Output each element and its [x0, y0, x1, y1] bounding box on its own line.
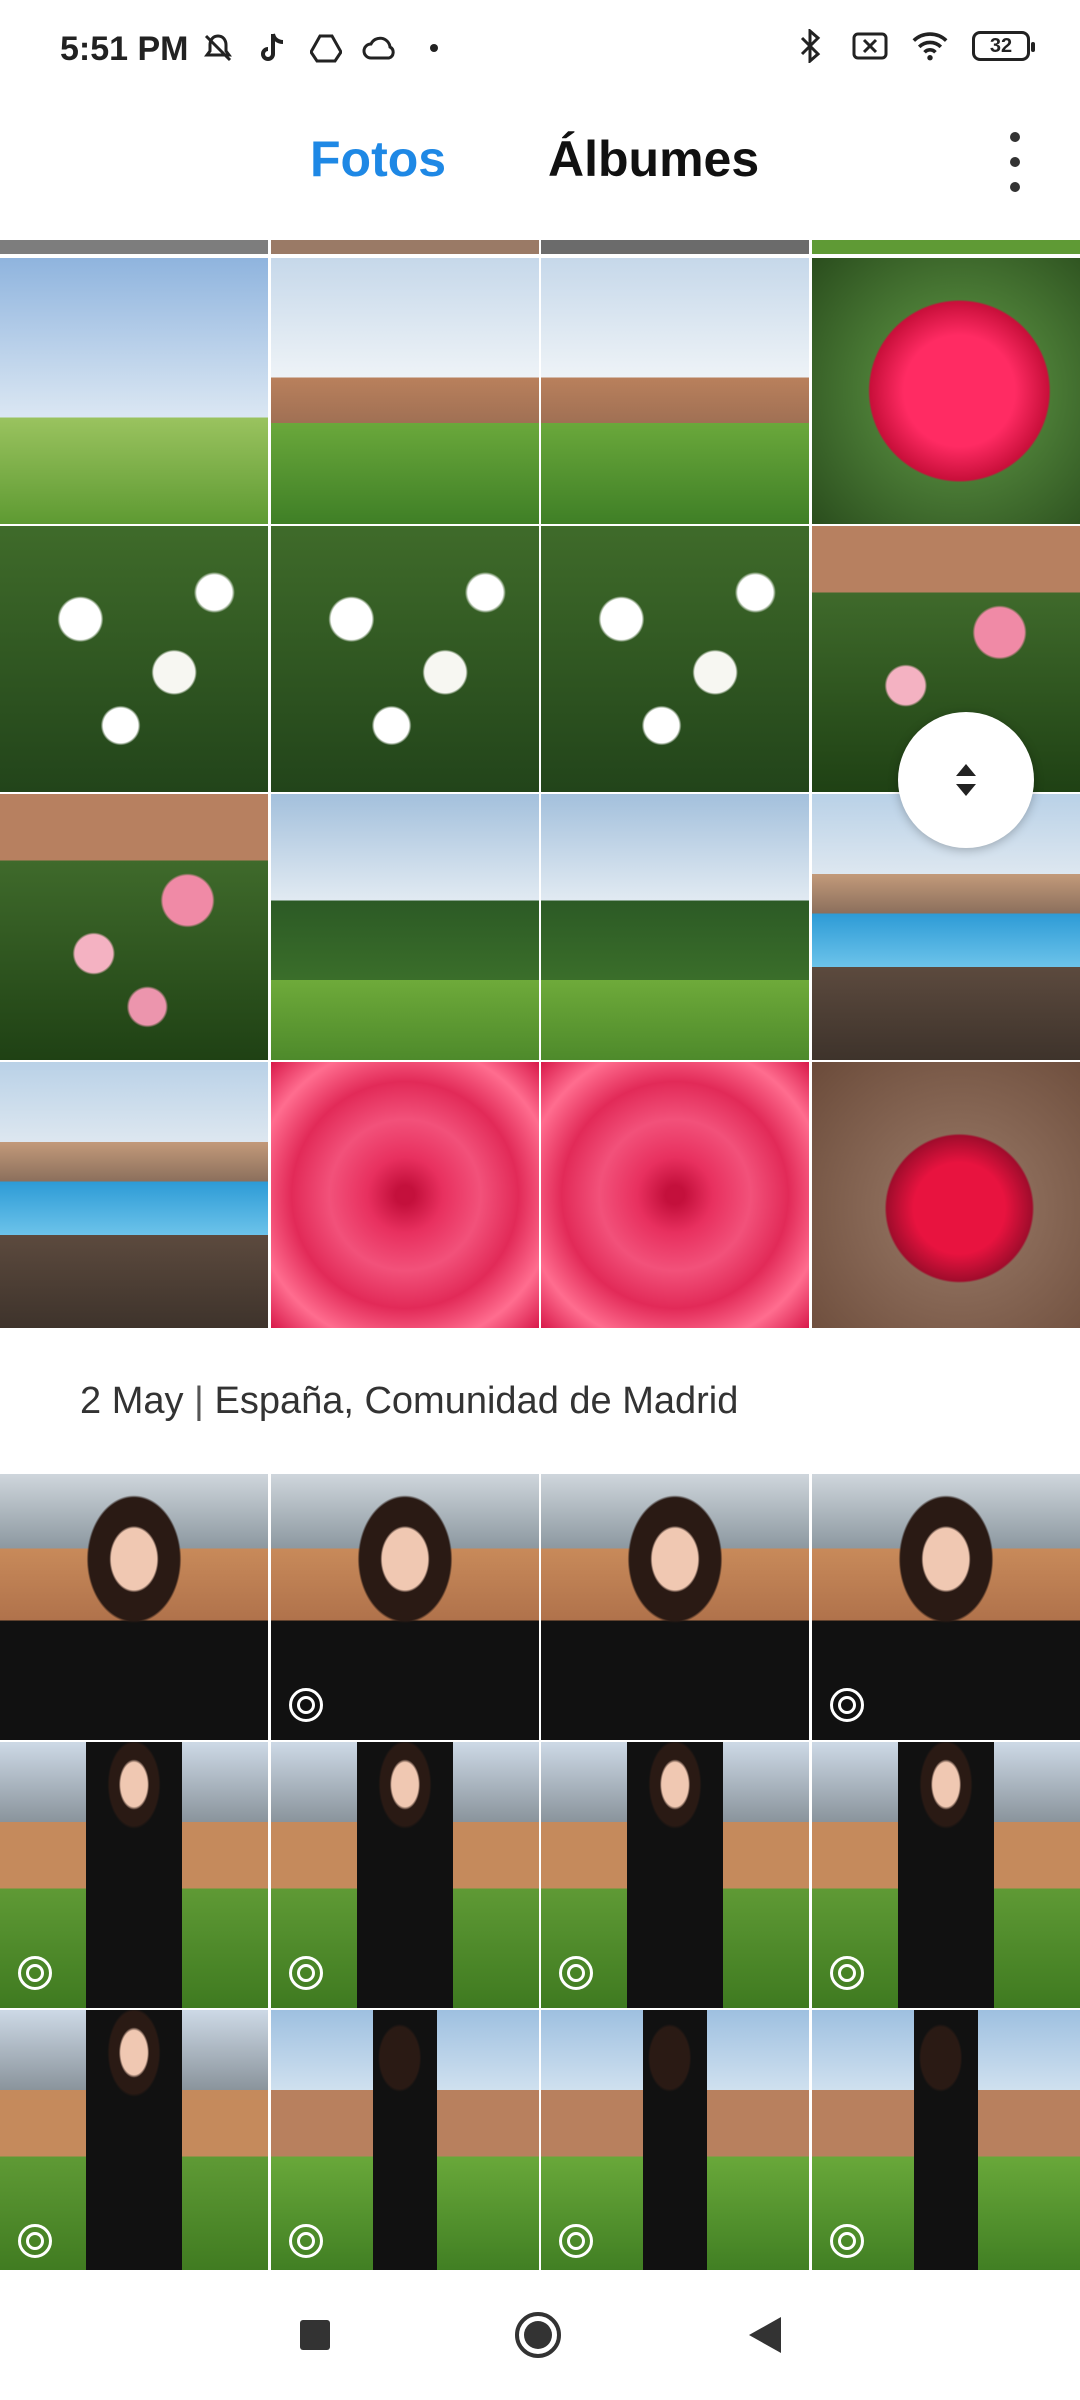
tab-albums[interactable]: Álbumes	[548, 130, 759, 188]
no-sim-icon	[852, 28, 888, 64]
portrait-mode-icon	[18, 2224, 52, 2258]
battery-icon: 32	[972, 31, 1035, 61]
photo-thumbnail[interactable]	[541, 2010, 810, 2276]
tiktok-icon	[254, 30, 290, 66]
photo-thumbnail[interactable]	[270, 526, 539, 792]
bluetooth-icon	[792, 28, 828, 64]
partial-photo-row	[0, 240, 1080, 254]
photo-thumbnail[interactable]	[0, 526, 268, 792]
status-time: 5:51 PM	[60, 30, 189, 68]
portrait-mode-icon	[829, 1688, 864, 1722]
section-date-header: 2 May | España, Comunidad de Madrid	[80, 1380, 738, 1423]
photo-thumbnail[interactable]	[270, 1742, 539, 2008]
portrait-mode-icon	[829, 2224, 864, 2258]
section-date: 2 May	[80, 1380, 184, 1422]
wifi-icon	[912, 28, 948, 64]
dot-icon	[416, 30, 452, 66]
photo-thumbnail[interactable]	[0, 240, 268, 254]
photo-thumbnail[interactable]	[811, 1742, 1080, 2008]
drive-icon	[308, 30, 344, 66]
photo-thumbnail[interactable]	[811, 1474, 1080, 1740]
more-vert-icon[interactable]	[1000, 132, 1030, 192]
photo-thumbnail[interactable]	[541, 258, 810, 524]
photo-thumbnail[interactable]	[270, 1062, 539, 1328]
sort-arrows-icon	[956, 764, 976, 796]
photo-thumbnail[interactable]	[270, 240, 539, 254]
portrait-mode-icon	[288, 1956, 323, 1990]
photo-thumbnail[interactable]	[270, 258, 539, 524]
recents-square-icon[interactable]	[290, 2310, 340, 2360]
photo-thumbnail[interactable]	[0, 2010, 268, 2276]
photo-thumbnail[interactable]	[541, 794, 810, 1060]
status-bar: 5:51 PM 32	[0, 0, 1080, 100]
portrait-mode-icon	[288, 2224, 323, 2258]
system-navigation-bar	[0, 2270, 1080, 2400]
photo-thumbnail[interactable]	[811, 240, 1080, 254]
photo-thumbnail[interactable]	[270, 794, 539, 1060]
photo-thumbnail[interactable]	[0, 1062, 268, 1328]
photo-thumbnail[interactable]	[0, 1742, 268, 2008]
fast-scroll-handle[interactable]	[898, 712, 1034, 848]
photo-thumbnail[interactable]	[541, 526, 810, 792]
photo-thumbnail[interactable]	[0, 258, 268, 524]
photo-thumbnail[interactable]	[541, 240, 810, 254]
mute-icon	[200, 30, 236, 66]
portrait-mode-icon	[18, 1956, 52, 1990]
photo-thumbnail[interactable]	[811, 1062, 1080, 1328]
photo-thumbnail[interactable]	[0, 1474, 268, 1740]
photo-thumbnail[interactable]	[0, 794, 268, 1060]
photo-grid	[0, 1474, 1080, 2276]
photo-thumbnail[interactable]	[270, 2010, 539, 2276]
photo-thumbnail[interactable]	[541, 1474, 810, 1740]
photo-thumbnail[interactable]	[541, 1742, 810, 2008]
cloud-icon	[362, 30, 398, 66]
status-icons-right: 32	[792, 28, 1035, 64]
section-separator: |	[194, 1380, 204, 1422]
photo-thumbnail[interactable]	[811, 258, 1080, 524]
portrait-mode-icon	[559, 1956, 594, 1990]
photo-thumbnail[interactable]	[811, 2010, 1080, 2276]
tab-photos[interactable]: Fotos	[310, 130, 446, 188]
back-triangle-icon[interactable]	[740, 2310, 790, 2360]
section-location: España, Comunidad de Madrid	[214, 1380, 739, 1422]
photo-thumbnail[interactable]	[541, 1062, 810, 1328]
status-icons-left	[200, 30, 452, 66]
portrait-mode-icon	[559, 2224, 594, 2258]
portrait-mode-icon	[288, 1688, 323, 1722]
gallery-header: Fotos Álbumes	[0, 110, 1080, 220]
portrait-mode-icon	[829, 1956, 864, 1990]
battery-level: 32	[989, 34, 1013, 57]
home-circle-icon[interactable]	[513, 2310, 563, 2360]
photo-thumbnail[interactable]	[270, 1474, 539, 1740]
